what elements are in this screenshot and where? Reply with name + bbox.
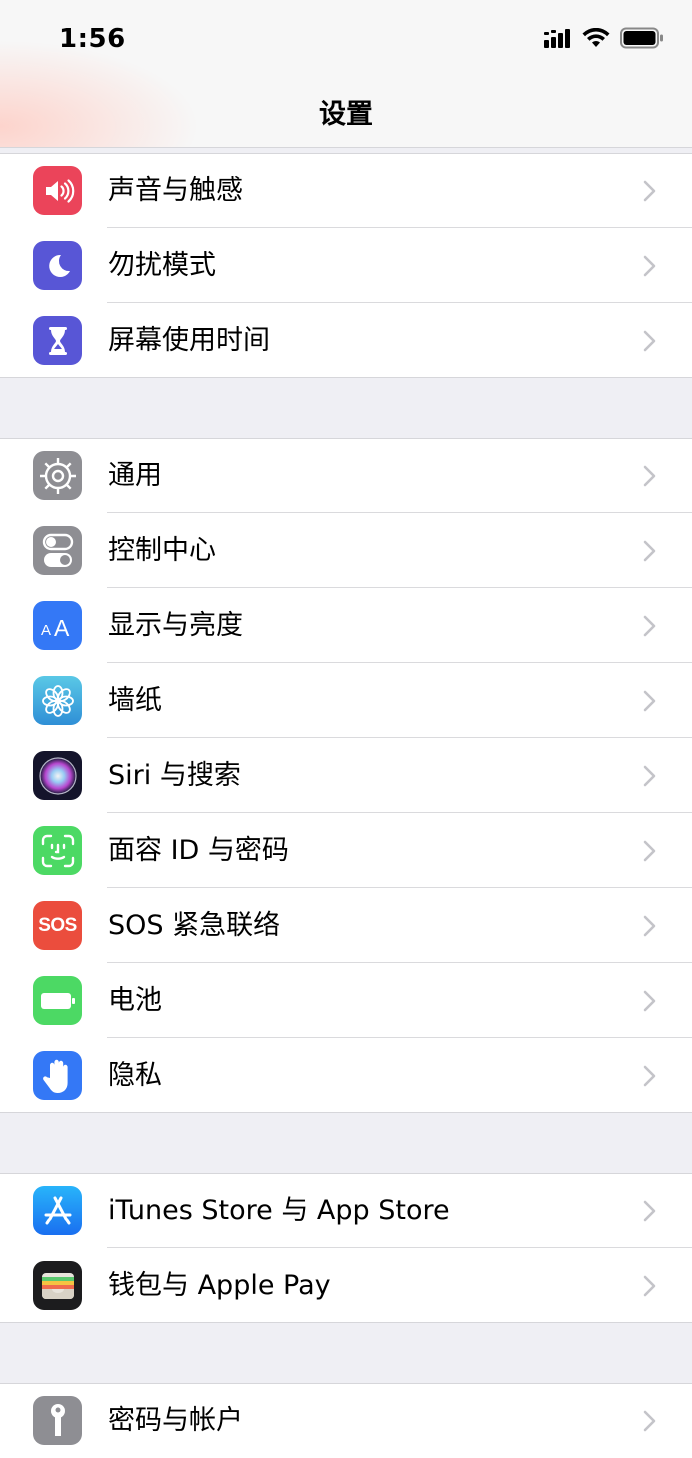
settings-row-label: Siri 与搜索 — [108, 760, 241, 791]
settings-row-wallpaper[interactable]: 墙纸 — [0, 663, 692, 738]
chevron-right-icon — [643, 915, 656, 937]
svg-text:A: A — [54, 615, 70, 641]
siri-icon — [33, 751, 82, 800]
group-divider — [0, 1112, 692, 1113]
svg-text:A: A — [41, 622, 51, 639]
sos-icon: SOS — [33, 901, 82, 950]
settings-row-label: SOS 紧急联络 — [108, 910, 281, 941]
settings-row-label: 面容 ID 与密码 — [108, 835, 289, 866]
chevron-right-icon — [643, 1275, 656, 1297]
settings-row-label: 屏幕使用时间 — [108, 325, 270, 356]
gear-icon — [33, 451, 82, 500]
settings-row-privacy[interactable]: 隐私 — [0, 1038, 692, 1113]
speaker-icon — [33, 166, 82, 215]
chevron-right-icon — [643, 180, 656, 202]
settings-row-screen-time[interactable]: 屏幕使用时间 — [0, 303, 692, 378]
hand-icon — [33, 1051, 82, 1100]
settings-row-emergency-sos[interactable]: SOS SOS 紧急联络 — [0, 888, 692, 963]
chevron-right-icon — [643, 990, 656, 1012]
settings-row-control-center[interactable]: 控制中心 — [0, 513, 692, 588]
settings-group-1: 声音与触感 勿扰模式 屏幕使用时间 — [0, 153, 692, 378]
text-size-icon: A A — [33, 601, 82, 650]
chevron-right-icon — [643, 690, 656, 712]
settings-row-label: 声音与触感 — [108, 175, 243, 206]
chevron-right-icon — [643, 1200, 656, 1222]
group-divider — [0, 1322, 692, 1323]
settings-row-general[interactable]: 通用 — [0, 438, 692, 513]
navigation-bar: 1:56 设置 — [0, 0, 692, 148]
status-time: 1:56 — [59, 24, 126, 54]
page-title: 设置 — [319, 99, 373, 130]
settings-row-wallet-apple-pay[interactable]: 钱包与 Apple Pay — [0, 1248, 692, 1323]
chevron-right-icon — [643, 255, 656, 277]
settings-group-2: 通用 控制中心 A A 显示与亮度 墙纸 Siri 与搜索 面容 ID 与密码 … — [0, 438, 692, 1113]
settings-row-battery[interactable]: 电池 — [0, 963, 692, 1038]
settings-row-label: 隐私 — [108, 1060, 162, 1091]
wifi-icon — [582, 28, 610, 47]
cellular-signal-icon — [544, 29, 570, 48]
chevron-right-icon — [643, 765, 656, 787]
face-id-icon — [33, 826, 82, 875]
settings-row-label: 电池 — [108, 985, 162, 1016]
settings-row-do-not-disturb[interactable]: 勿扰模式 — [0, 228, 692, 303]
hourglass-icon — [33, 316, 82, 365]
settings-row-sounds[interactable]: 声音与触感 — [0, 153, 692, 228]
chevron-right-icon — [643, 330, 656, 352]
battery-status-icon — [620, 27, 663, 49]
chevron-right-icon — [643, 465, 656, 487]
settings-row-face-id-passcode[interactable]: 面容 ID 与密码 — [0, 813, 692, 888]
settings-row-itunes-app-store[interactable]: iTunes Store 与 App Store — [0, 1173, 692, 1248]
settings-row-label: 通用 — [108, 460, 162, 491]
settings-group-3: iTunes Store 与 App Store 钱包与 Apple Pay — [0, 1173, 692, 1323]
battery-icon — [33, 976, 82, 1025]
sos-icon-text: SOS — [38, 914, 77, 936]
status-icons — [544, 27, 664, 49]
navigation-bar-divider — [0, 147, 692, 148]
flower-icon — [33, 676, 82, 725]
key-icon — [33, 1396, 82, 1445]
chevron-right-icon — [643, 1410, 656, 1432]
app-store-icon — [33, 1186, 82, 1235]
toggles-icon — [33, 526, 82, 575]
settings-row-siri-search[interactable]: Siri 与搜索 — [0, 738, 692, 813]
settings-row-label: 钱包与 Apple Pay — [108, 1270, 331, 1301]
chevron-right-icon — [643, 840, 656, 862]
settings-row-label: 控制中心 — [108, 535, 216, 566]
chevron-right-icon — [643, 615, 656, 637]
chevron-right-icon — [643, 540, 656, 562]
settings-group-4: 密码与帐户 — [0, 1383, 692, 1458]
settings-row-label: 显示与亮度 — [108, 610, 243, 641]
settings-row-label: iTunes Store 与 App Store — [108, 1195, 450, 1226]
moon-icon — [33, 241, 82, 290]
group-divider — [0, 377, 692, 378]
settings-row-label: 勿扰模式 — [108, 250, 216, 281]
settings-row-label: 墙纸 — [108, 685, 162, 716]
settings-row-label: 密码与帐户 — [108, 1405, 243, 1436]
settings-row-display-brightness[interactable]: A A 显示与亮度 — [0, 588, 692, 663]
wallet-icon — [33, 1261, 82, 1310]
chevron-right-icon — [643, 1065, 656, 1087]
settings-row-passwords-accounts[interactable]: 密码与帐户 — [0, 1383, 692, 1458]
